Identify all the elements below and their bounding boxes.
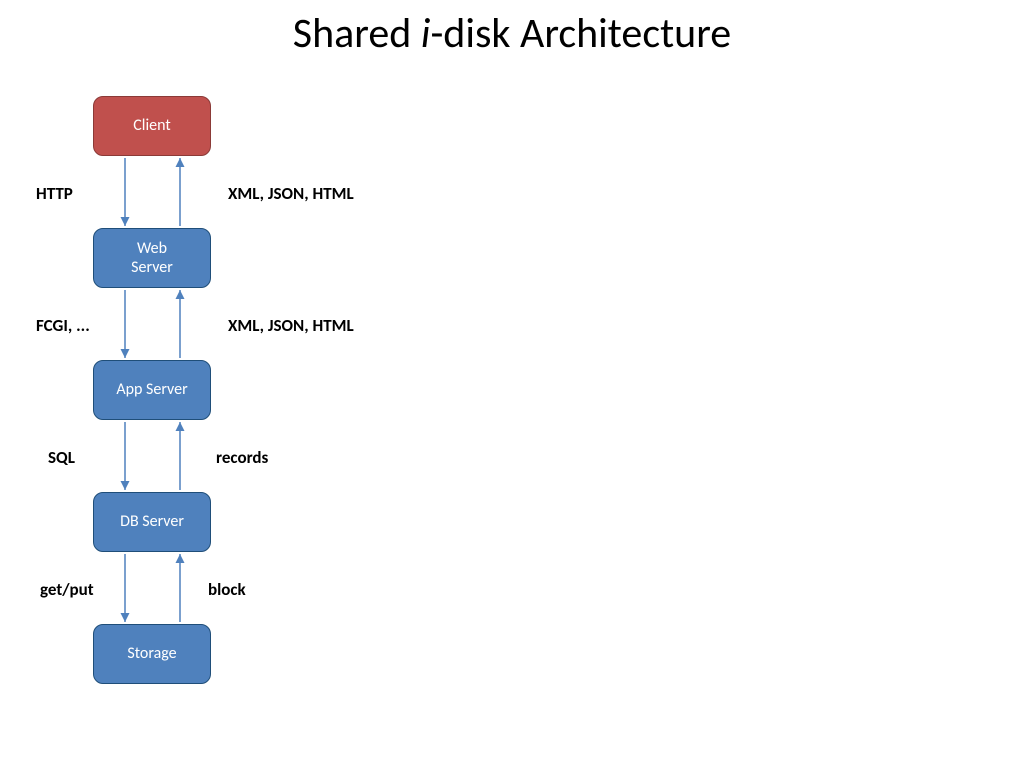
- box-storage: Storage: [93, 624, 211, 684]
- box-db-server: DB Server: [93, 492, 211, 552]
- title-suffix: -disk Architecture: [430, 8, 731, 59]
- box-app-server-label: App Server: [116, 380, 187, 399]
- box-db-server-label: DB Server: [120, 512, 184, 531]
- label-get-put: get/put: [40, 579, 94, 600]
- label-xml-json-1: XML, JSON, HTML: [228, 183, 354, 204]
- box-client-label: Client: [133, 116, 170, 135]
- box-web-server: Web Server: [93, 228, 211, 288]
- title-italic: i: [421, 8, 431, 59]
- label-records: records: [216, 447, 268, 468]
- label-fcgi: FCGI, ...: [36, 315, 90, 336]
- box-client: Client: [93, 96, 211, 156]
- label-sql: SQL: [48, 447, 75, 468]
- label-http: HTTP: [36, 183, 73, 204]
- title-prefix: Shared: [293, 8, 421, 59]
- box-storage-label: Storage: [127, 644, 176, 663]
- box-web-server-label: Web Server: [131, 239, 173, 277]
- label-xml-json-2: XML, JSON, HTML: [228, 315, 354, 336]
- box-app-server: App Server: [93, 360, 211, 420]
- slide-title: Shared i-disk Architecture: [0, 8, 1024, 59]
- label-block: block: [208, 579, 246, 600]
